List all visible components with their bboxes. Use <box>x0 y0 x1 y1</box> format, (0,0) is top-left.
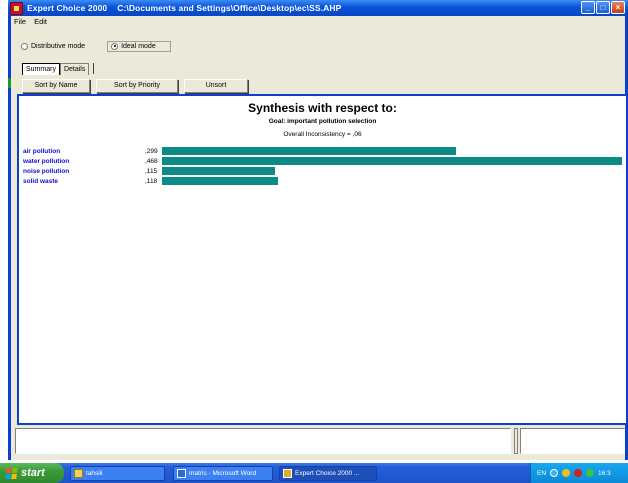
taskbar: start tahsili matris - Microsoft Word Ex… <box>0 463 628 483</box>
tab-summary[interactable]: Summary <box>22 63 60 75</box>
taskbar-item-label: tahsili <box>86 469 103 477</box>
goal-label: Goal: important pollution selection <box>268 118 377 125</box>
taskbar-item-folder[interactable]: tahsili <box>70 465 165 481</box>
notes-pane[interactable] <box>15 428 511 454</box>
ideal-mode-option[interactable]: Ideal mode <box>107 40 171 52</box>
system-tray: EN 16:3 <box>530 463 628 483</box>
maximize-icon[interactable]: □ <box>596 1 610 14</box>
bar-category-label[interactable]: noise pollution <box>23 167 69 176</box>
ideal-radio[interactable] <box>111 42 119 50</box>
tab-details[interactable]: Details <box>59 63 90 75</box>
bottom-panel <box>11 428 625 458</box>
status-icon[interactable] <box>586 469 595 477</box>
bar-row: noise pollution ,115 <box>23 167 628 176</box>
taskbar-item-label: Expert Choice 2000 ... <box>295 469 360 477</box>
antivirus-icon[interactable] <box>574 469 583 477</box>
unsort-button[interactable]: Unsort <box>184 79 248 93</box>
left-edge-strip <box>8 54 11 94</box>
language-indicator[interactable]: EN <box>537 470 546 477</box>
mode-bar: Distributive mode Ideal mode <box>11 39 625 53</box>
close-icon[interactable]: × <box>611 1 625 14</box>
distributive-mode-option[interactable]: Distributive mode <box>21 42 86 50</box>
screen: Expert Choice 2000 C:\Documents and Setti… <box>0 0 628 483</box>
title-bar[interactable]: Expert Choice 2000 C:\Documents and Setti… <box>8 0 628 16</box>
bar-category-label[interactable]: water pollution <box>23 157 69 166</box>
word-icon <box>177 468 186 478</box>
sort-by-priority-button[interactable]: Sort by Priority <box>96 79 178 93</box>
bar-category-label[interactable]: solid waste <box>23 177 58 186</box>
bar-value-label: ,299 <box>145 148 158 155</box>
bar-row: air pollution ,299 <box>23 147 628 156</box>
network-icon[interactable] <box>550 469 559 477</box>
caption-buttons: _ □ × <box>581 1 625 14</box>
windows-flag-icon <box>5 467 18 479</box>
menu-file[interactable]: File <box>14 16 26 27</box>
distributive-label: Distributive mode <box>31 42 86 50</box>
sort-toolbar: Sort by Name Sort by Priority Unsort <box>22 79 248 93</box>
file-path: C:\Documents and Settings\Office\Desktop… <box>117 3 342 13</box>
security-icon[interactable] <box>562 469 571 477</box>
taskbar-item-label: matris - Microsoft Word <box>189 469 257 477</box>
distributive-radio[interactable] <box>21 42 28 50</box>
bar-value-label: ,118 <box>145 178 158 185</box>
app-name: Expert Choice 2000 <box>27 3 108 13</box>
bar-row: water pollution ,468 <box>23 157 628 166</box>
window-title: Expert Choice 2000 C:\Documents and Setti… <box>27 3 341 13</box>
strip-marker-blue <box>8 59 11 65</box>
strip-marker-green <box>8 78 11 88</box>
bar-value-label: ,468 <box>145 158 158 165</box>
menu-edit[interactable]: Edit <box>34 16 47 27</box>
inconsistency-label: Overall Inconsistency = ,06 <box>283 131 362 138</box>
app-icon[interactable] <box>10 1 23 15</box>
bar-category-label[interactable]: air pollution <box>23 147 60 156</box>
synthesis-title: Synthesis with respect to: <box>248 101 397 115</box>
side-pane[interactable] <box>520 428 625 454</box>
bar-row: solid waste ,118 <box>23 177 628 186</box>
tab-divider <box>93 63 95 74</box>
priority-bar <box>162 167 275 175</box>
expert-choice-icon <box>283 468 292 478</box>
priority-bar <box>162 157 622 165</box>
menu-bar: File Edit <box>11 16 625 27</box>
synthesis-panel: Synthesis with respect to: Goal: importa… <box>17 94 628 425</box>
folder-icon <box>74 468 83 478</box>
start-button[interactable]: start <box>0 463 64 483</box>
start-label: start <box>21 467 45 479</box>
view-tabs: Summary Details <box>22 63 95 75</box>
bar-value-label: ,115 <box>145 168 158 175</box>
taskbar-item-word[interactable]: matris - Microsoft Word <box>173 465 273 481</box>
taskbar-item-expert-choice[interactable]: Expert Choice 2000 ... <box>279 465 377 481</box>
priority-bar <box>162 147 456 155</box>
sort-by-name-button[interactable]: Sort by Name <box>22 79 90 93</box>
priority-bar <box>162 177 278 185</box>
ideal-label: Ideal mode <box>121 42 156 50</box>
minimize-icon[interactable]: _ <box>581 1 595 14</box>
clock: 16:3 <box>598 469 611 477</box>
pane-splitter[interactable] <box>514 428 518 454</box>
